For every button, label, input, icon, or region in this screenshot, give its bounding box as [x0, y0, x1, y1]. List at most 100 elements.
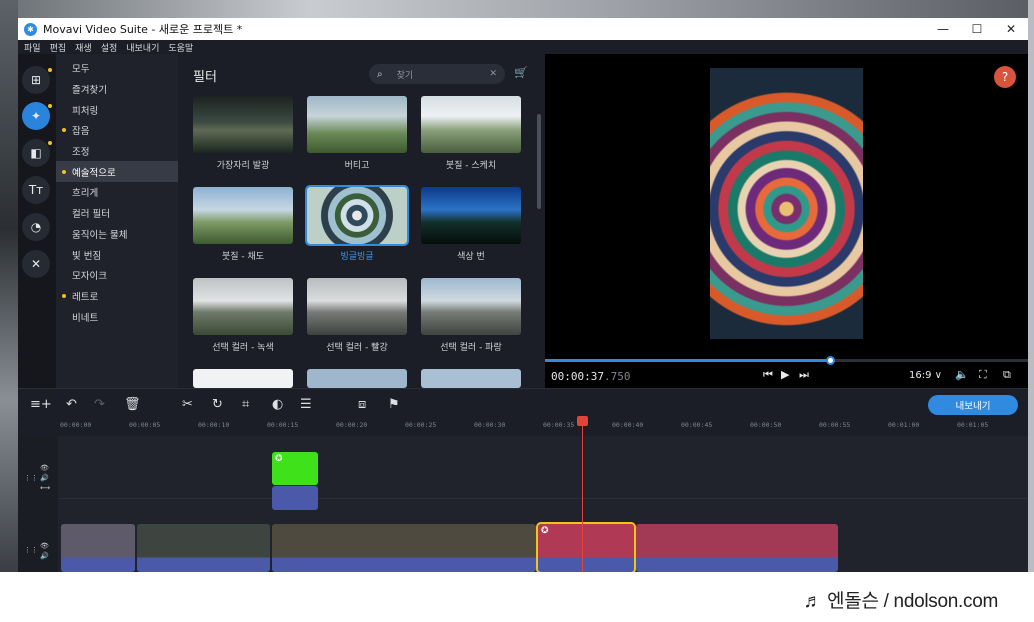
color-adjust-icon[interactable]: ◐ [272, 397, 283, 412]
cut-icon[interactable]: ✂ [182, 397, 193, 412]
tools-icon[interactable]: ✕ [22, 250, 50, 278]
filter-thumb-select-red[interactable] [307, 278, 407, 335]
help-icon[interactable]: ? [994, 66, 1016, 88]
filter-thumb-select-green[interactable] [193, 278, 293, 335]
track-link-icon[interactable]: ⟷ [40, 484, 50, 492]
category-label: 레트로 [72, 291, 99, 303]
filter-thumb-vertigo[interactable] [307, 96, 407, 153]
filter-label: 붓질 - 채도 [221, 252, 265, 262]
aspect-ratio-select[interactable]: 16:9 ∨ [909, 370, 942, 381]
add-track-icon[interactable]: ≡+ [30, 397, 52, 412]
category-blur[interactable]: 흐리게 [56, 182, 178, 203]
redo-icon[interactable]: ↷ [94, 397, 105, 412]
selected-video-clip[interactable] [536, 522, 636, 572]
track-visibility-icon[interactable]: 👁 [40, 464, 49, 472]
menu-export[interactable]: 내보내기 [126, 41, 159, 54]
timeline-ruler[interactable]: 00:00:00 00:00:05 00:00:10 00:00:15 00:0… [18, 420, 1028, 436]
stickers-icon[interactable]: ◔ [22, 213, 50, 241]
category-all[interactable]: 모두 [56, 58, 178, 79]
overlay-icon[interactable]: ⧈ [358, 397, 366, 412]
clip-properties-icon[interactable]: ☰ [300, 397, 312, 412]
marker-icon[interactable]: ⚑ [388, 397, 400, 412]
ruler-tick: 00:00:50 [750, 421, 782, 429]
category-noise[interactable]: 잡음 [56, 120, 178, 141]
category-artistic[interactable]: 예술적으로 [56, 161, 178, 183]
category-label: 흐리게 [72, 188, 99, 200]
track-sound-icon[interactable]: 🔊 [40, 552, 49, 560]
menu-help[interactable]: 도움말 [168, 41, 193, 54]
play-icon[interactable]: ▶ [781, 368, 789, 381]
playhead-handle[interactable] [577, 416, 588, 426]
category-retro[interactable]: 레트로 [56, 286, 178, 307]
volume-icon[interactable]: 🔈 [955, 368, 969, 381]
video-clip[interactable] [636, 524, 838, 572]
fullscreen-icon[interactable]: ⛶ [979, 368, 987, 382]
filter-thumb-select-blue[interactable] [421, 278, 521, 335]
menu-settings[interactable]: 설정 [101, 41, 118, 54]
track-visibility-icon[interactable]: 👁 [40, 542, 49, 550]
playhead[interactable] [582, 418, 583, 572]
track-sound-icon[interactable]: 🔊 [40, 474, 49, 482]
new-dot-icon [62, 169, 66, 174]
category-label: 예술적으로 [72, 167, 116, 179]
skip-back-icon[interactable]: ⏮ [763, 368, 773, 382]
filter-thumb-partial[interactable] [421, 369, 521, 388]
category-label: 모자이크 [72, 271, 107, 283]
video-clip[interactable] [61, 524, 135, 572]
menu-file[interactable]: 파일 [24, 41, 41, 54]
filters-wand-icon[interactable]: ✦ [22, 102, 50, 130]
close-icon[interactable]: ✕ [994, 22, 1028, 36]
crop-icon[interactable]: ⌗ [242, 397, 249, 412]
cart-icon[interactable]: 🛒 [514, 66, 528, 79]
filter-thumb-brush-sketch[interactable] [421, 96, 521, 153]
filter-thumb-swirl[interactable] [305, 185, 409, 246]
timeline-toolbar: ≡+ ↶ ↷ 🗑 ✂ ↻ ⌗ ◐ ☰ ⧈ ⚑ 내보내기 [18, 388, 1028, 420]
category-label: 움직이는 물체 [72, 229, 128, 241]
page: ✱ Movavi Video Suite - 새로운 프로젝트 * — ☐ ✕ … [0, 0, 1034, 622]
category-light-leaks[interactable]: 빛 번짐 [56, 244, 178, 265]
delete-icon[interactable]: 🗑 [124, 397, 141, 412]
new-dot-icon [62, 293, 66, 298]
import-icon[interactable]: ⊞ [22, 66, 50, 94]
filter-thumb-brush-saturation[interactable] [193, 187, 293, 244]
preview-video-frame [710, 68, 863, 339]
current-time: 00:00:37.750 [551, 370, 630, 383]
clear-icon[interactable]: ✕ [489, 69, 497, 79]
menu-play[interactable]: 재생 [75, 41, 92, 54]
app-window: ✱ Movavi Video Suite - 새로운 프로젝트 * — ☐ ✕ … [18, 18, 1028, 572]
category-mosaic[interactable]: 모자이크 [56, 265, 178, 286]
video-clip[interactable] [137, 524, 270, 572]
search-input[interactable]: ⌕ 찾기 ✕ [369, 64, 505, 84]
undo-icon[interactable]: ↶ [66, 397, 77, 412]
track-drag-handle-icon[interactable]: ⋮⋮ [24, 474, 38, 482]
search-placeholder: 찾기 [396, 70, 414, 81]
detach-preview-icon[interactable]: ⧉ [1003, 368, 1011, 382]
category-favorites[interactable]: 즐겨찾기 [56, 79, 178, 100]
category-featured[interactable]: 피처링 [56, 99, 178, 120]
progress-handle[interactable] [825, 356, 835, 365]
filter-thumb-partial[interactable] [307, 369, 407, 388]
filter-thumb-color-burn[interactable] [421, 187, 521, 244]
playback-progress[interactable] [545, 356, 1028, 365]
maximize-icon[interactable]: ☐ [960, 22, 994, 36]
filter-thumb-edge-glow[interactable] [193, 96, 293, 153]
export-button[interactable]: 내보내기 [928, 395, 1018, 415]
titles-icon[interactable]: Tт [22, 176, 50, 204]
category-vignette[interactable]: 비네트 [56, 306, 178, 327]
category-label: 조정 [72, 147, 90, 159]
minimize-icon[interactable]: — [926, 22, 960, 36]
filter-thumb-partial[interactable] [193, 369, 293, 388]
category-adjust[interactable]: 조정 [56, 141, 178, 162]
category-moving-objects[interactable]: 움직이는 물체 [56, 224, 178, 245]
category-color-filters[interactable]: 컬러 필터 [56, 203, 178, 224]
track-drag-handle-icon[interactable]: ⋮⋮ [24, 546, 38, 554]
video-clip[interactable] [272, 524, 536, 572]
filters-scrollbar[interactable] [537, 114, 541, 209]
skip-forward-icon[interactable]: ⏭ [799, 368, 809, 382]
transitions-icon[interactable]: ◧ [22, 139, 50, 167]
menu-edit[interactable]: 편집 [50, 41, 67, 54]
background-photo-left [0, 0, 18, 572]
rotate-icon[interactable]: ↻ [212, 397, 223, 412]
track-divider [58, 498, 1028, 499]
overlay-audio-clip[interactable] [272, 486, 318, 510]
